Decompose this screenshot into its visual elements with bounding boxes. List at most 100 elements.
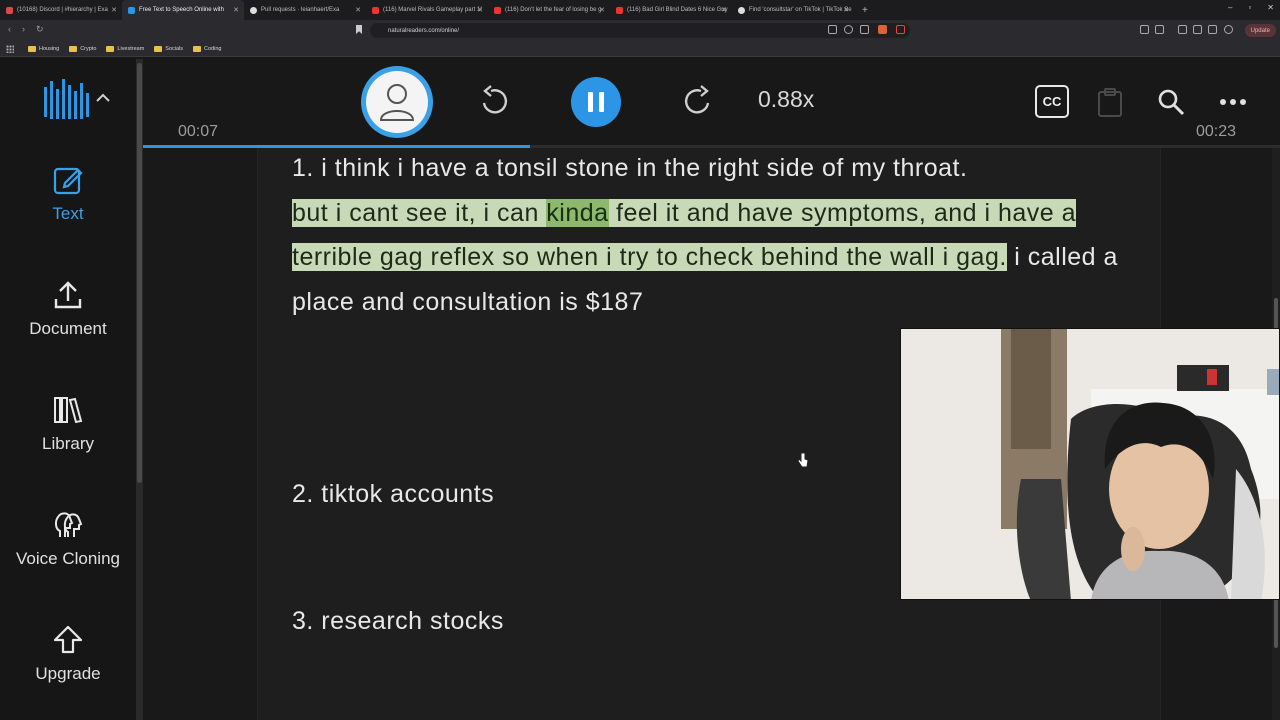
sidebar-item-upgrade[interactable]: Upgrade — [0, 622, 136, 702]
browser-tab[interactable]: (10168) Discord | #hierarchy | Exa ✕ — [0, 0, 122, 20]
bookmark-folder[interactable]: Livestream — [106, 45, 144, 52]
sidebar-item-library[interactable]: Library — [0, 392, 136, 472]
forward-button[interactable] — [681, 83, 715, 119]
clipboard-button[interactable] — [1095, 85, 1125, 119]
sidebar-item-label: Voice Cloning — [16, 549, 120, 568]
sidebar-toggle-icon[interactable] — [1155, 25, 1164, 34]
screen-icon[interactable] — [828, 25, 837, 34]
new-tab-icon[interactable]: + — [854, 5, 876, 16]
sidebar-scrollbar[interactable] — [136, 59, 143, 720]
sidebar: Text Document Library Voice Cloning Upgr — [0, 57, 136, 720]
tiktok-icon — [738, 6, 745, 14]
webcam-feed-image — [901, 329, 1279, 599]
bookmark-folder[interactable]: Coding — [193, 45, 221, 52]
bookmarks-bar: Housing Crypto Livestream Socials Coding — [0, 41, 1280, 57]
sidebar-item-label: Text — [52, 204, 84, 223]
minimize-icon[interactable]: – — [1228, 3, 1232, 12]
forward-icon — [684, 85, 710, 114]
current-word: kinda — [546, 198, 609, 227]
browser-tab[interactable]: (116) Bad Girl Blind Dates 6 Nice Guy ✕ — [610, 0, 732, 20]
folder-icon — [193, 45, 202, 52]
sidebar-item-text[interactable]: Text — [0, 162, 136, 242]
folder-icon — [154, 45, 163, 52]
hand-cursor-icon — [797, 452, 809, 468]
elapsed-time: 00:07 — [178, 123, 219, 140]
github-icon — [250, 6, 257, 14]
discord-icon — [6, 6, 13, 14]
browser-tab[interactable]: Find 'consultstar' on TikTok | TikTok Se… — [732, 0, 854, 20]
bookmark-folder[interactable]: Housing — [28, 45, 59, 52]
bookmark-folder[interactable]: Socials — [154, 45, 183, 52]
back-icon[interactable]: ‹ — [8, 24, 11, 34]
voice-cloning-icon — [50, 507, 86, 543]
total-time: 00:23 — [1196, 123, 1237, 140]
vpn-icon[interactable] — [1224, 25, 1233, 34]
pause-bar-right — [599, 92, 604, 112]
voice-select-button[interactable] — [361, 66, 433, 138]
more-icon — [1220, 99, 1246, 105]
browser-tab-strip: (10168) Discord | #hierarchy | Exa ✕ Free… — [0, 0, 1280, 20]
brave-shield-icon[interactable] — [878, 25, 887, 34]
search-button[interactable] — [1155, 85, 1187, 119]
library-icon — [50, 392, 86, 428]
bookmark-folder[interactable]: Crypto — [69, 45, 96, 52]
user-icon — [379, 84, 415, 121]
close-icon[interactable]: ✕ — [233, 6, 239, 14]
close-icon[interactable]: ✕ — [843, 6, 849, 14]
paragraph-3: 3. research stocks — [292, 607, 504, 635]
playback-speed-button[interactable]: 0.88x — [758, 86, 814, 113]
naturalreaders-logo-icon[interactable] — [44, 79, 90, 121]
maximize-icon[interactable]: ▫ — [1248, 3, 1251, 12]
upgrade-icon — [50, 622, 86, 658]
browser-tab[interactable]: Pull requests · leianhaert/Exa ✕ — [244, 0, 366, 20]
puzzle-icon[interactable] — [1208, 25, 1217, 34]
sidebar-item-label: Upgrade — [35, 664, 101, 683]
pause-button[interactable] — [571, 77, 621, 127]
folder-icon — [106, 45, 115, 52]
address-bar-row: ‹ › ↻ naturalreaders.com/online/ Update — [0, 20, 1280, 41]
paragraph-text: 1. i think i have a tonsil stone in the … — [292, 154, 968, 182]
search-icon — [1158, 89, 1185, 116]
zoom-icon[interactable] — [844, 25, 853, 34]
close-icon[interactable]: ✕ — [477, 6, 483, 14]
sidebar-item-label: Library — [42, 434, 94, 453]
voice-avatar — [366, 71, 428, 133]
reload-icon[interactable]: ↻ — [36, 24, 44, 35]
chevron-up-icon[interactable] — [96, 93, 110, 103]
scrollbar-thumb[interactable] — [137, 63, 142, 483]
apps-grid-icon[interactable] — [6, 45, 14, 53]
close-icon[interactable]: ✕ — [355, 6, 361, 14]
player-toolbar: 0.88x CC 00:07 00:23 — [143, 57, 1280, 147]
clipboard-icon — [1098, 88, 1122, 117]
captions-button[interactable]: CC — [1035, 85, 1069, 118]
close-icon[interactable]: ✕ — [111, 6, 117, 14]
webcam-overlay — [900, 328, 1280, 600]
brave-rewards-icon[interactable] — [896, 25, 905, 34]
close-window-icon[interactable]: ✕ — [1267, 3, 1274, 12]
more-button[interactable] — [1217, 93, 1249, 111]
folder-icon — [28, 45, 36, 52]
extensions-icon[interactable] — [1140, 25, 1149, 34]
paragraph-1: 1. i think i have a tonsil stone in the … — [292, 146, 1122, 324]
rewind-button[interactable] — [477, 83, 511, 119]
close-icon[interactable]: ✕ — [721, 6, 727, 14]
bookmark-icon[interactable] — [356, 25, 362, 34]
browser-tab[interactable]: (116) Marvel Rivals Gameplay part 1! ✕ — [366, 0, 488, 20]
media-icon[interactable] — [1178, 25, 1187, 34]
youtube-icon — [494, 6, 501, 14]
window-controls: – ▫ ✕ — [1228, 3, 1274, 12]
update-button[interactable]: Update — [1244, 24, 1276, 37]
naturalreaders-icon — [128, 6, 135, 14]
sidebar-item-voice-cloning[interactable]: Voice Cloning — [0, 507, 136, 587]
browser-tab[interactable]: (116) Don't let the fear of losing be g ✕ — [488, 0, 610, 20]
close-icon[interactable]: ✕ — [599, 6, 605, 14]
sidebar-item-label: Document — [29, 319, 107, 338]
rewind-icon — [482, 85, 508, 114]
share-icon[interactable] — [860, 25, 869, 34]
wallet-icon[interactable] — [1193, 25, 1202, 34]
pause-bar-left — [588, 92, 593, 112]
browser-tab-active[interactable]: Free Text to Speech Online with ✕ — [122, 0, 244, 20]
forward-icon[interactable]: › — [22, 24, 25, 34]
youtube-icon — [372, 6, 379, 14]
sidebar-item-document[interactable]: Document — [0, 277, 136, 357]
